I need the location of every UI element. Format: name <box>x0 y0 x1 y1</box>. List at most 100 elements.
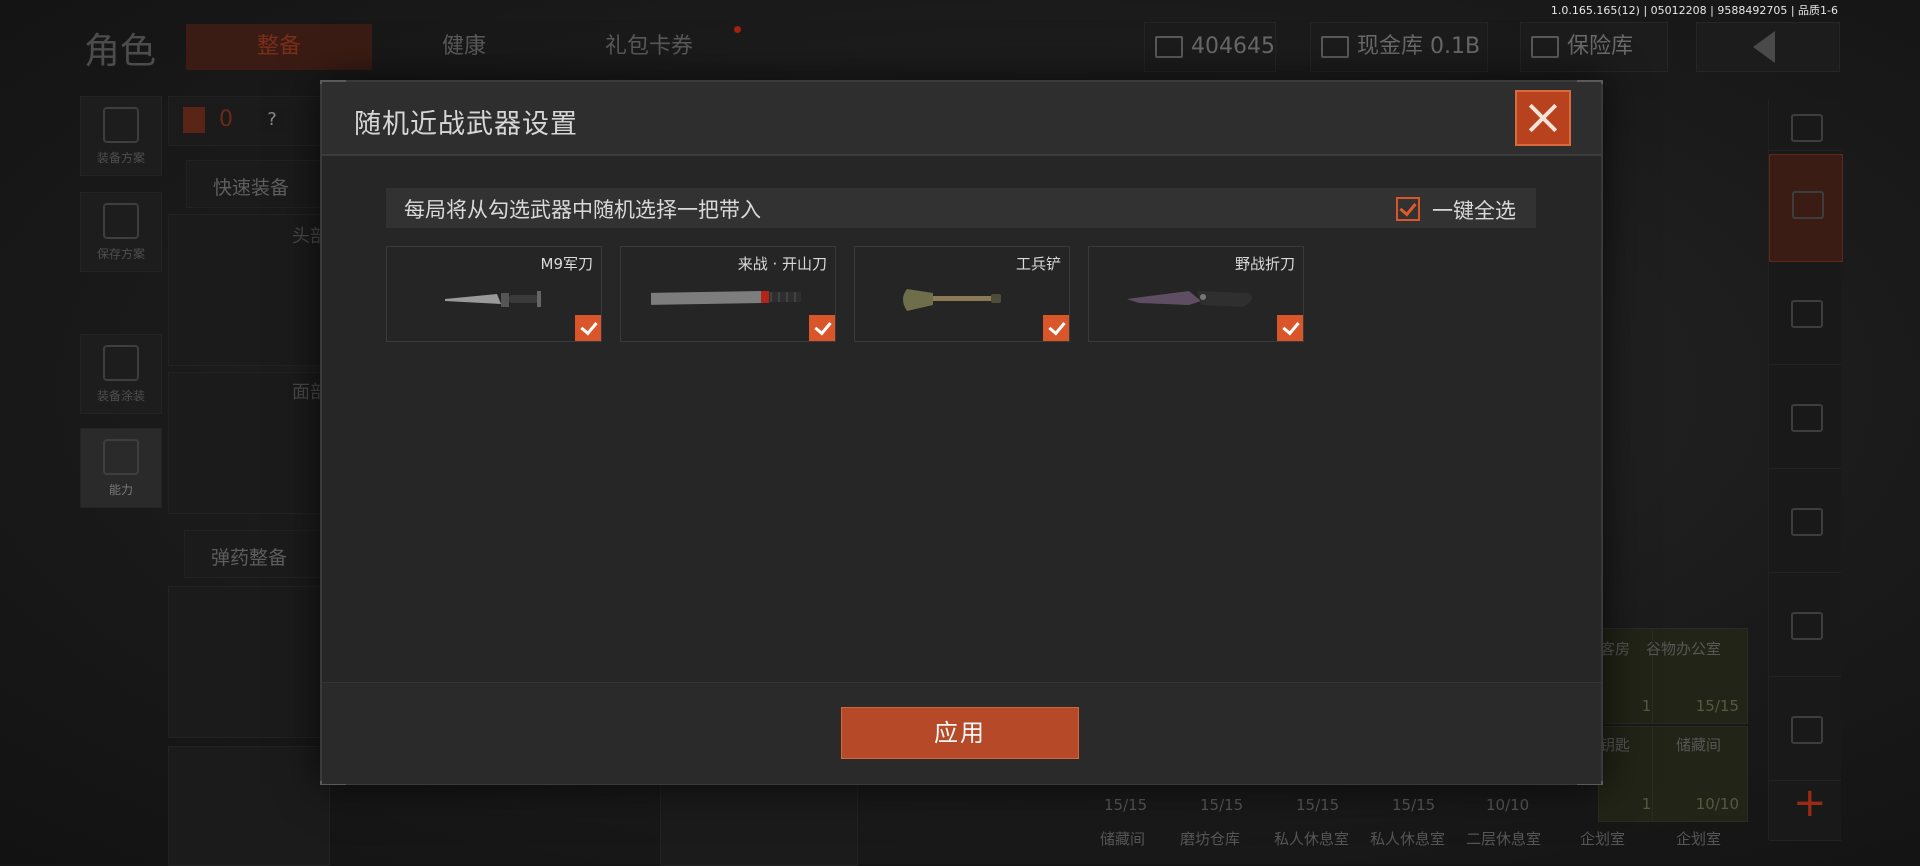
download-icon <box>103 203 139 239</box>
quick-equip-label: 快速装备 <box>213 177 290 199</box>
sidebar-label: 能力 <box>108 483 133 497</box>
rail-attachment[interactable] <box>1769 680 1841 781</box>
rail-ammo[interactable] <box>1769 576 1841 677</box>
equip-slot[interactable] <box>168 746 330 866</box>
layers-icon <box>1791 114 1823 142</box>
vest-icon <box>103 107 139 143</box>
cash-icon <box>1155 36 1183 58</box>
cash-vault-button[interactable]: 现金库 0.1B <box>1310 22 1488 72</box>
rail-rifle[interactable] <box>1769 368 1841 469</box>
storage-room-label: 二层休息室 <box>1466 830 1542 848</box>
tab-health[interactable]: 健康 <box>384 24 544 70</box>
info-bar: 每局将从勾选武器中随机选择一把带入 一键全选 <box>386 188 1536 228</box>
storage-room-label: 企划室 <box>1580 830 1626 848</box>
sidebar-loadout-plan[interactable]: 装备方案 <box>80 96 162 176</box>
armor-icon <box>183 107 205 133</box>
ammo-equip-label: 弹药整备 <box>211 547 288 569</box>
folding-knife-icon <box>1127 291 1252 307</box>
equip-slot[interactable] <box>168 586 330 738</box>
help-button[interactable]: ? <box>259 109 285 133</box>
attachment-icon <box>1791 716 1823 744</box>
magazine-icon <box>1791 508 1823 536</box>
rail-add[interactable]: + <box>1769 780 1841 841</box>
sidebar-ability[interactable]: 能力 <box>80 428 162 508</box>
helmet-icon <box>1791 300 1823 328</box>
category-rail: + <box>1768 100 1843 841</box>
cash-vault-label: 现金库 0.1B <box>1357 34 1481 59</box>
vault-icon <box>1321 36 1349 58</box>
tab-equip[interactable]: 整备 <box>186 24 372 70</box>
weapon-card-shovel[interactable]: 工兵铲 <box>854 246 1070 342</box>
weapon-checkbox[interactable] <box>1043 315 1069 341</box>
storage-room-label: 磨坊仓库 <box>1180 830 1241 848</box>
select-all-toggle[interactable]: 一键全选 <box>1396 195 1516 223</box>
notification-dot <box>734 26 741 33</box>
currency-value: 404645 <box>1191 34 1275 59</box>
storage-room-label: 客房 <box>1600 640 1631 658</box>
armor-count-panel: 0 ? <box>168 96 330 146</box>
storage-count: 15/15 <box>1200 796 1244 814</box>
machete-icon <box>651 291 801 305</box>
rail-magazine[interactable] <box>1769 472 1841 573</box>
weapon-card-m9[interactable]: M9军刀 <box>386 246 602 342</box>
rail-helmet[interactable] <box>1769 264 1841 365</box>
storage-room-label: 企划室 <box>1676 830 1722 848</box>
apply-button[interactable]: 应用 <box>841 707 1079 759</box>
sidebar-label: 装备方案 <box>96 151 145 165</box>
storage-count: 15/15 <box>1104 796 1148 814</box>
quick-equip-button[interactable]: 快速装备 <box>186 160 328 208</box>
rifle-icon <box>1791 404 1823 432</box>
select-all-label: 一键全选 <box>1432 199 1516 223</box>
weapon-name: 来战 · 开山刀 <box>737 255 827 273</box>
storage-room-label: 私人休息室 <box>1370 830 1446 848</box>
armor-count: 0 <box>219 107 233 132</box>
shovel-icon <box>903 289 1001 311</box>
tab-gift-cards[interactable]: 礼包卡券 <box>556 24 742 70</box>
back-arrow-icon <box>1753 31 1775 63</box>
back-button[interactable] <box>1696 22 1840 72</box>
storage-count: 15/15 <box>1296 796 1340 814</box>
sidebar-label: 装备涂装 <box>96 389 145 403</box>
sidebar-save-plan[interactable]: 保存方案 <box>80 192 162 272</box>
rail-layers[interactable] <box>1769 100 1841 151</box>
weapon-name: 工兵铲 <box>1015 255 1061 273</box>
plus-icon: + <box>1793 780 1827 826</box>
page-title: 角色 <box>84 31 157 72</box>
stack-icon <box>1792 191 1824 219</box>
storage-room-label: 储藏间 <box>1676 736 1722 754</box>
currency-display: 404645 <box>1144 22 1276 72</box>
close-button[interactable] <box>1515 90 1571 146</box>
dialog-footer: 应用 <box>322 682 1601 784</box>
helmet-icon <box>103 345 139 381</box>
select-all-checkbox[interactable] <box>1396 197 1420 221</box>
ammo-equip-button[interactable]: 弹药整备 <box>184 530 330 578</box>
sidebar-skin[interactable]: 装备涂装 <box>80 334 162 414</box>
rail-all-items[interactable] <box>1769 154 1843 262</box>
dialog-title: 随机近战武器设置 <box>354 109 578 140</box>
weapon-name: M9军刀 <box>540 255 594 273</box>
safe-vault-label: 保险库 <box>1567 34 1634 59</box>
weapon-preview-slot <box>660 782 858 866</box>
storage-room-label: 钥匙 <box>1600 736 1631 754</box>
info-text: 每局将从勾选武器中随机选择一把带入 <box>404 198 761 222</box>
ammo-icon <box>1791 612 1823 640</box>
storage-count: 10/10 <box>1486 796 1530 814</box>
version-info: 1.0.165.165(12) | 05012208 | 9588492705 … <box>1550 4 1838 17</box>
weapon-checkbox[interactable] <box>1277 315 1303 341</box>
sidebar-label: 保存方案 <box>96 247 145 261</box>
dialog-header: 随机近战武器设置 <box>322 82 1601 156</box>
storage-room-label: 谷物办公室 <box>1646 640 1722 658</box>
lightning-hex-icon <box>103 439 139 475</box>
weapon-checkbox[interactable] <box>809 315 835 341</box>
weapon-card-folding-knife[interactable]: 野战折刀 <box>1088 246 1304 342</box>
random-melee-dialog: 随机近战武器设置 每局将从勾选武器中随机选择一把带入 一键全选 M9军刀 来战 … <box>320 80 1603 785</box>
storage-room-label: 储藏间 <box>1100 830 1146 848</box>
weapon-checkbox[interactable] <box>575 315 601 341</box>
weapon-card-machete[interactable]: 来战 · 开山刀 <box>620 246 836 342</box>
safe-icon <box>1531 36 1559 58</box>
bayonet-icon <box>445 291 541 307</box>
weapon-name: 野战折刀 <box>1234 255 1295 273</box>
storage-bottom-row: 15/15 15/15 15/15 15/15 10/10 储藏间 磨坊仓库 私… <box>1060 772 1760 864</box>
safe-vault-button[interactable]: 保险库 <box>1520 22 1668 72</box>
storage-count: 15/15 <box>1392 796 1436 814</box>
